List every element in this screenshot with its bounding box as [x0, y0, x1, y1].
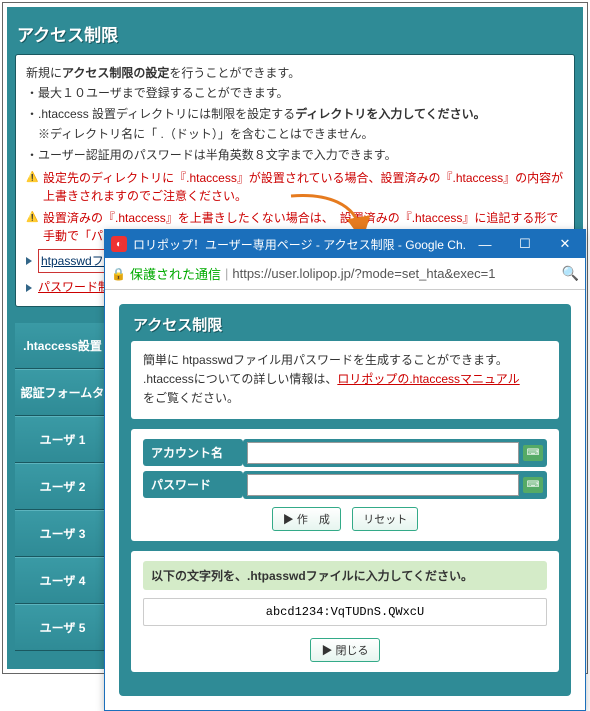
bullet-2-note: ※ディレクトリ名に「 .（ドット）」を含むことはできません。: [26, 124, 564, 144]
desc-line-2-prefix: .htaccessについての詳しい情報は、: [143, 372, 337, 386]
page-title: アクセス制限: [7, 17, 583, 54]
addr-separator: |: [225, 266, 228, 281]
password-input[interactable]: [247, 474, 519, 496]
url-text[interactable]: https://user.lolipop.jp/?mode=set_hta&ex…: [232, 266, 557, 281]
intro-bold: アクセス制限の設定: [62, 66, 169, 80]
close-button[interactable]: ▶ 閉じる: [310, 638, 379, 662]
desc-line-1: 簡単に htpasswdファイル用パスワードを生成することができます。: [143, 351, 547, 370]
arrow-bullet-icon: [26, 284, 32, 292]
account-label: アカウント名: [143, 439, 243, 466]
intro-prefix: 新規に: [26, 66, 62, 80]
intro-suffix: を行うことができます。: [169, 66, 300, 80]
warning-text-1: 設定先のディレクトリに『.htaccess』が設置されている場合、設置済みの『.…: [43, 169, 564, 205]
minimize-button[interactable]: —: [465, 230, 505, 258]
desc-line-2-suffix: をご覧ください。: [143, 389, 547, 408]
bullet-2-prefix: ・.htaccess 設置ディレクトリには制限を設定する: [26, 107, 295, 121]
arrow-bullet-icon: [26, 257, 32, 265]
result-value: abcd1234:VqTUDnS.QWxcU: [143, 598, 547, 626]
lock-icon: 🔒: [111, 267, 126, 281]
sidebar-item-user2[interactable]: ユーザ 2: [15, 463, 110, 510]
sidebar-item-user5[interactable]: ユーザ 5: [15, 604, 110, 651]
popup-heading: アクセス制限: [119, 314, 571, 341]
keyboard-icon[interactable]: ⌨: [523, 445, 543, 461]
window-titlebar: ◐ ロリポップ！ユーザー専用ページ - アクセス制限 - Google Ch..…: [105, 230, 585, 258]
window-title-text: ロリポップ！ユーザー専用ページ - アクセス制限 - Google Ch...: [133, 236, 465, 253]
sidebar-item-htaccess[interactable]: .htaccess設置: [15, 323, 110, 369]
sidebar-item-user4[interactable]: ユーザ 4: [15, 557, 110, 604]
app-icon: ◐: [111, 236, 127, 252]
sidebar-item-authform[interactable]: 認証フォームタ: [15, 369, 110, 416]
reset-button[interactable]: リセット: [352, 507, 418, 531]
sidebar: .htaccess設置 認証フォームタ ユーザ 1 ユーザ 2 ユーザ 3 ユー…: [15, 315, 110, 661]
bullet-2-bold: ディレクトリを入力してください。: [295, 107, 485, 121]
bullet-3: ・ユーザー認証用のパスワードは半角英数８文字まで入力できます。: [26, 145, 564, 165]
window-close-button[interactable]: ✕: [545, 230, 585, 258]
account-input[interactable]: [247, 442, 519, 464]
address-bar: 🔒 保護された通信 | https://user.lolipop.jp/?mod…: [105, 258, 585, 290]
warning-icon: ⚠️: [26, 171, 39, 184]
htaccess-manual-link[interactable]: ロリポップの.htaccessマニュアル: [337, 372, 519, 386]
password-label: パスワード: [143, 471, 243, 498]
result-box: 以下の文字列を、.htpasswdファイルに入力してください。 abcd1234…: [131, 551, 559, 672]
maximize-button[interactable]: ☐: [505, 230, 545, 258]
sidebar-item-user1[interactable]: ユーザ 1: [15, 416, 110, 463]
warning-icon: ⚠️: [26, 211, 39, 224]
bullet-1: ・最大１０ユーザまで登録することができます。: [26, 83, 564, 103]
form-box: アカウント名 ⌨ パスワード ⌨ ▶ 作 成 リセット: [131, 429, 559, 541]
sidebar-item-user3[interactable]: ユーザ 3: [15, 510, 110, 557]
result-label: 以下の文字列を、.htpasswdファイルに入力してください。: [143, 561, 547, 590]
popup-window: ◐ ロリポップ！ユーザー専用ページ - アクセス制限 - Google Ch..…: [104, 229, 586, 711]
popup-description: 簡単に htpasswdファイル用パスワードを生成することができます。 .hta…: [131, 341, 559, 419]
search-icon[interactable]: 🔍: [562, 265, 579, 282]
create-button[interactable]: ▶ 作 成: [272, 507, 341, 531]
keyboard-icon[interactable]: ⌨: [523, 477, 543, 493]
secure-label: 保護された通信: [130, 264, 221, 283]
